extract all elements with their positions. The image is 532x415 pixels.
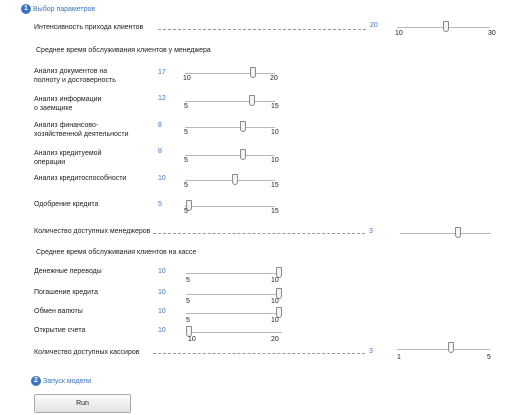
- manager-slider-max: 15: [271, 208, 279, 215]
- manager-slider-max: 10: [271, 157, 279, 164]
- manager-slider-min: 5: [184, 103, 188, 110]
- cashier-slider-track[interactable]: [186, 273, 282, 274]
- section-1-title: Выбор параметров: [33, 6, 96, 13]
- dotted-leader: [158, 29, 366, 30]
- cashier-row-value: 10: [158, 268, 166, 275]
- manager-slider-track[interactable]: [185, 180, 275, 181]
- manager-row-value: 12: [158, 95, 166, 102]
- cashier-row-label: Погашение кредита: [34, 289, 99, 296]
- section-2-badge: 2: [31, 376, 41, 386]
- cashier-slider-track[interactable]: [186, 313, 282, 314]
- manager-slider-track[interactable]: [185, 101, 275, 102]
- section-1-badge: 1: [21, 4, 31, 14]
- intensity-min: 10: [395, 30, 403, 37]
- cashier-row-label: Открытие счета: [34, 327, 86, 334]
- cashier-section-header: Среднее время обслуживания клиентов на к…: [36, 249, 197, 256]
- manager-row-label: Анализ кредитуемой операции: [34, 150, 102, 166]
- managers-count-label: Количество доступных менеджеров: [34, 228, 151, 235]
- cashier-row-label: Обмен валюты: [34, 308, 83, 315]
- cashiers-count-min: 1: [397, 354, 401, 361]
- cashier-slider-track[interactable]: [186, 294, 282, 295]
- cashier-slider-max: 10: [271, 298, 279, 305]
- managers-count-slider-track[interactable]: [400, 233, 491, 234]
- cashier-slider-min: 5: [186, 298, 190, 305]
- section-2-title: Запуск модели: [43, 378, 92, 385]
- cashier-slider-track[interactable]: [186, 332, 282, 333]
- cashier-row-value: 10: [158, 308, 166, 315]
- manager-slider-track[interactable]: [185, 155, 275, 156]
- manager-row-value: 5: [158, 201, 162, 208]
- manager-slider-min: 10: [183, 75, 191, 82]
- cashiers-count-label: Количество доступных кассиров: [34, 349, 140, 356]
- manager-slider-max: 20: [270, 75, 278, 82]
- manager-row-label: Анализ информации о заемщике: [34, 96, 102, 112]
- cashiers-count-max: 5: [487, 354, 491, 361]
- manager-slider-track[interactable]: [185, 127, 275, 128]
- manager-row-label: Одобрение кредита: [34, 201, 99, 208]
- cashier-row-label: Денежные переводы: [34, 268, 102, 275]
- manager-slider-thumb[interactable]: [232, 174, 238, 185]
- cashier-row-value: 10: [158, 327, 166, 334]
- intensity-label: Интенсивность прихода клиентов: [34, 24, 144, 31]
- dotted-leader: [153, 353, 365, 354]
- managers-section-header: Среднее время обслуживания клиентов у ме…: [36, 47, 211, 54]
- managers-count-slider-thumb[interactable]: [455, 227, 461, 238]
- manager-row-value: 8: [158, 122, 162, 129]
- cashier-row-value: 10: [158, 289, 166, 296]
- manager-row-label: Анализ кредитоспособности: [34, 175, 127, 182]
- manager-slider-thumb[interactable]: [250, 67, 256, 78]
- cashiers-count-slider-thumb[interactable]: [448, 342, 454, 353]
- dotted-leader: [153, 233, 365, 234]
- manager-slider-thumb[interactable]: [249, 95, 255, 106]
- manager-row-value: 10: [158, 175, 166, 182]
- run-button[interactable]: Run: [34, 394, 131, 413]
- cashier-slider-max: 10: [271, 277, 279, 284]
- intensity-slider-thumb[interactable]: [443, 21, 449, 32]
- manager-slider-track[interactable]: [185, 206, 275, 207]
- manager-row-label: Анализ документов на полноту и достоверн…: [34, 68, 116, 84]
- manager-slider-min: 5: [184, 182, 188, 189]
- cashier-slider-max: 20: [271, 336, 279, 343]
- manager-slider-track[interactable]: [185, 73, 275, 74]
- cashier-slider-min: 5: [186, 277, 190, 284]
- manager-row-value: 8: [158, 148, 162, 155]
- cashiers-count-value: 3: [369, 348, 373, 355]
- manager-slider-max: 15: [271, 103, 279, 110]
- manager-slider-min: 5: [184, 208, 188, 215]
- manager-slider-max: 15: [271, 182, 279, 189]
- cashier-slider-min: 10: [188, 336, 196, 343]
- manager-slider-thumb[interactable]: [240, 121, 246, 132]
- manager-row-label: Анализ финансово- хозяйственной деятельн…: [34, 122, 129, 138]
- manager-row-value: 17: [158, 69, 166, 76]
- managers-count-value: 3: [369, 228, 373, 235]
- intensity-max: 30: [488, 30, 496, 37]
- manager-slider-min: 5: [184, 129, 188, 136]
- manager-slider-thumb[interactable]: [240, 149, 246, 160]
- manager-slider-max: 10: [271, 129, 279, 136]
- cashiers-count-slider-track[interactable]: [397, 349, 490, 350]
- cashier-slider-min: 5: [186, 317, 190, 324]
- intensity-value: 20: [370, 22, 378, 29]
- cashier-slider-max: 10: [271, 317, 279, 324]
- manager-slider-min: 5: [184, 157, 188, 164]
